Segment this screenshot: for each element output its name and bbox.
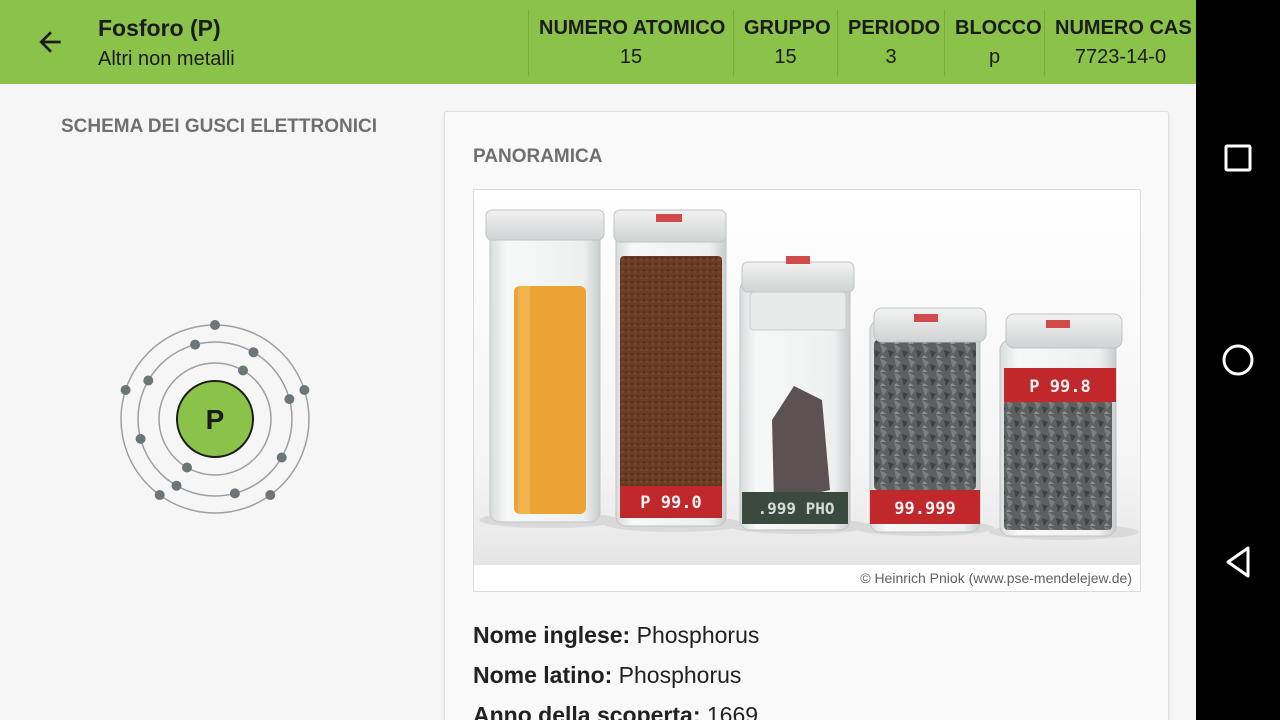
jar-label: P 99.8 — [1029, 377, 1090, 397]
element-photo-frame[interactable]: P 99.0 .999 PHO 99.999 P 99.8 © Heinrich… — [473, 189, 1141, 592]
fact-label: Nome latino: — [473, 662, 613, 688]
stat-value: 15 — [774, 46, 797, 68]
fact-discovery-year: Anno della scoperta: 1669 — [473, 695, 759, 720]
electron — [171, 480, 182, 491]
electron — [154, 490, 165, 500]
stat-value: 15 — [619, 46, 643, 68]
electron — [238, 365, 248, 376]
electron — [284, 394, 295, 405]
stat-block: BLOCCO p — [944, 10, 1044, 76]
stat-value: 3 — [885, 46, 897, 68]
stat-cas-number: NUMERO CAS 7723-14-0 — [1044, 10, 1196, 76]
stat-value: 7723-14-0 — [1074, 46, 1167, 68]
jar-label: P 99.0 — [640, 493, 701, 513]
stat-period: PERIODO 3 — [837, 10, 944, 76]
electron — [299, 385, 310, 395]
fact-label: Nome inglese: — [473, 622, 631, 648]
fact-label: Anno della scoperta: — [473, 702, 701, 720]
back-nav-button[interactable] — [1216, 540, 1260, 584]
stat-label: GRUPPO — [744, 17, 831, 39]
shell-diagram-title: SCHEMA DEI GUSCI ELETTRONICI — [61, 116, 377, 137]
recents-square-icon — [1224, 144, 1252, 172]
electron — [135, 433, 146, 444]
element-title: Fosforo (P) — [98, 15, 221, 41]
electron — [210, 320, 220, 330]
stats-strip: NUMERO ATOMICO 15 GRUPPO 15 PERIODO 3 BL… — [528, 10, 1196, 76]
electron-shell-diagram: P — [120, 320, 310, 514]
stat-group: GRUPPO 15 — [733, 10, 837, 76]
electron — [120, 385, 131, 395]
fact-value: Phosphorus — [636, 622, 760, 648]
electron — [265, 490, 276, 500]
electron — [143, 375, 154, 386]
arrow-left-icon — [39, 31, 61, 53]
fact-latin-name: Nome latino: Phosphorus — [473, 655, 759, 695]
electron — [182, 462, 192, 473]
stat-value: p — [988, 46, 1001, 68]
stat-atomic-number: NUMERO ATOMICO 15 — [528, 10, 733, 76]
stat-label: NUMERO CAS — [1055, 17, 1192, 39]
recents-button[interactable] — [1216, 136, 1260, 180]
element-photo: P 99.0 .999 PHO 99.999 P 99.8 — [474, 190, 1140, 565]
facts-list: Nome inglese: Phosphorus Nome latino: Ph… — [473, 615, 759, 720]
fact-english-name: Nome inglese: Phosphorus — [473, 615, 759, 655]
system-nav-bar — [1196, 0, 1280, 720]
jar-label: 99.999 — [894, 499, 955, 519]
element-category: Altri non metalli — [98, 48, 235, 70]
stat-label: BLOCCO — [955, 17, 1042, 39]
electron — [248, 347, 259, 358]
home-button[interactable] — [1216, 338, 1260, 382]
fact-value: Phosphorus — [618, 662, 742, 688]
electron — [190, 339, 201, 350]
electron — [229, 488, 240, 499]
electron — [276, 452, 287, 463]
home-circle-icon — [1222, 344, 1254, 376]
overview-title: PANORAMICA — [473, 146, 603, 167]
title-block: Fosforo (P) Altri non metalli — [98, 14, 235, 73]
stat-label: NUMERO ATOMICO — [539, 17, 726, 39]
back-button[interactable] — [26, 22, 74, 62]
nucleus-symbol: P — [206, 404, 225, 435]
fact-value: 1669 — [706, 702, 759, 720]
photo-credit: © Heinrich Pniok (www.pse-mendelejew.de) — [860, 570, 1132, 586]
stat-label: PERIODO — [848, 17, 941, 39]
overview-card: PANORAMICA P 99.0 .999 PHO 99.999 P 99.8… — [444, 111, 1169, 720]
jar-label: .999 PHO — [757, 499, 834, 518]
app-bar: Fosforo (P) Altri non metalli NUMERO ATO… — [0, 0, 1196, 84]
back-triangle-icon — [1226, 546, 1250, 578]
